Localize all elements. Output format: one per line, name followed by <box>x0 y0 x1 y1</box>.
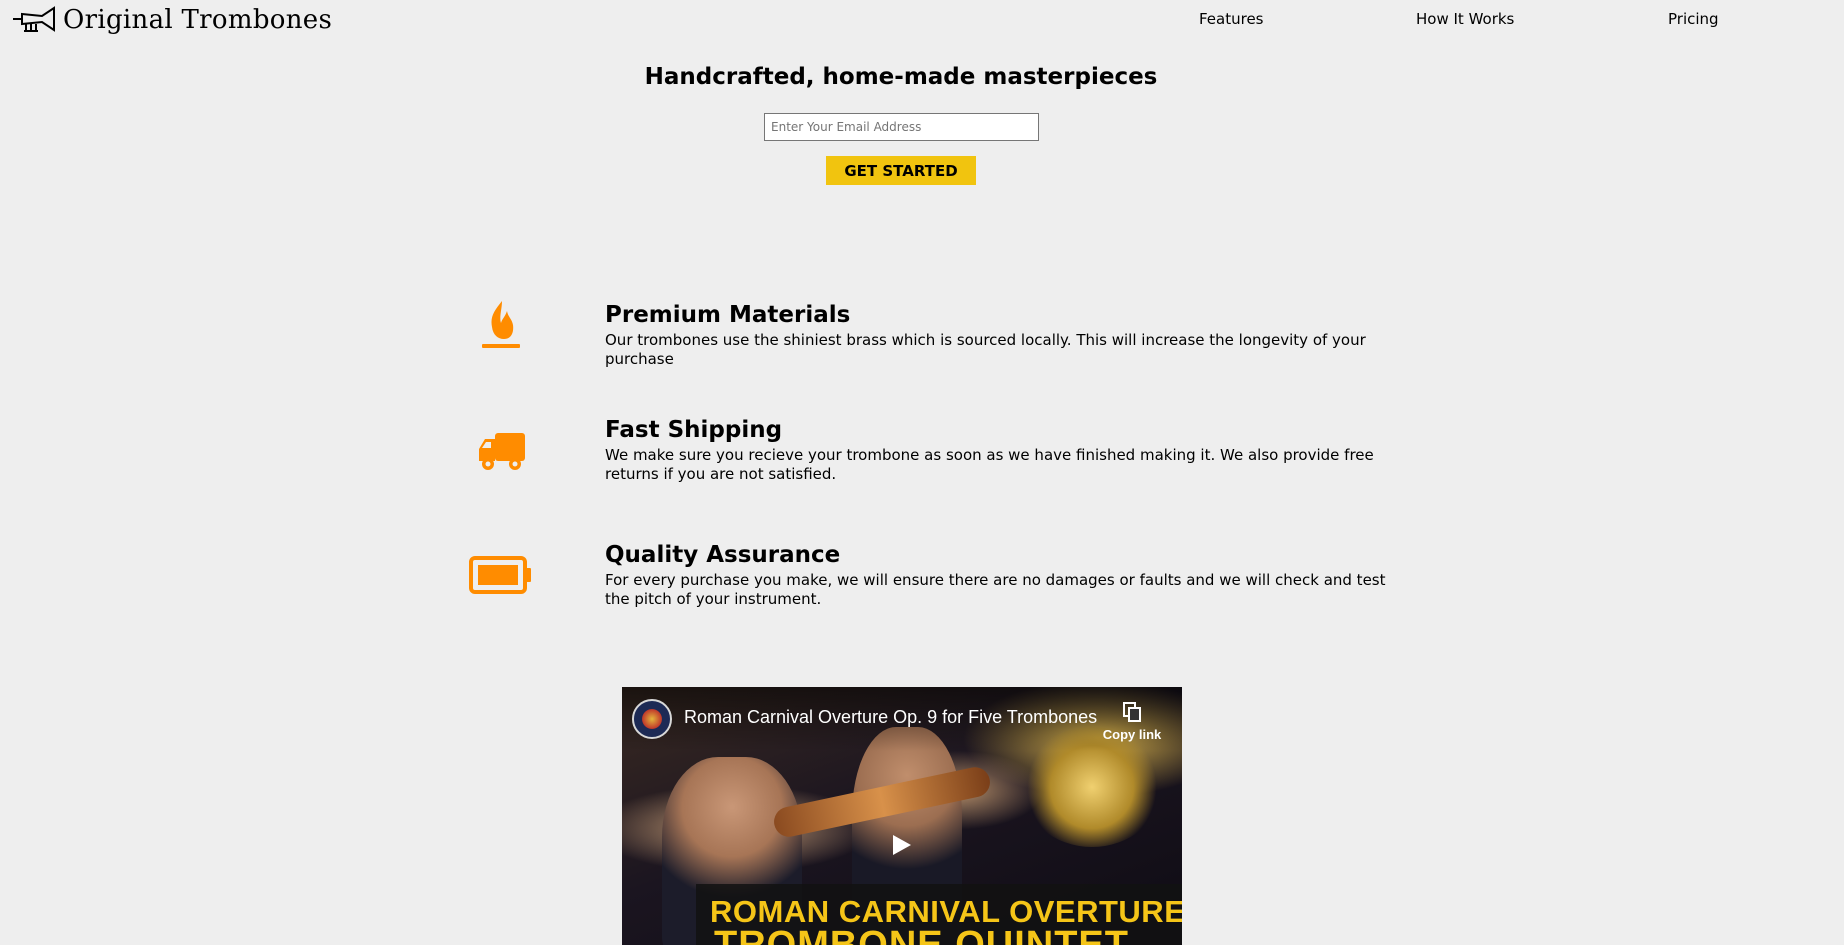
feature-description: For every purchase you make, we will ens… <box>605 571 1386 608</box>
feature-description: Our trombones use the shiniest brass whi… <box>605 331 1366 368</box>
copy-link-button[interactable]: Copy link <box>1102 697 1162 742</box>
get-started-button[interactable]: GET STARTED <box>826 156 976 185</box>
fire-icon <box>476 298 526 352</box>
nav-link-features[interactable]: Features <box>1199 10 1264 28</box>
logo[interactable]: Original Trombones <box>12 2 332 38</box>
nav-link-how-it-works[interactable]: How It Works <box>1416 10 1514 28</box>
video-player[interactable]: Roman Carnival Overture Op. 9 for Five T… <box>622 687 1182 945</box>
nav-link-pricing[interactable]: Pricing <box>1668 10 1719 28</box>
play-button[interactable] <box>882 830 922 860</box>
logo-text: Original Trombones <box>63 5 333 35</box>
feature-description: We make sure you recieve your trombone a… <box>605 446 1374 483</box>
video-banner: ROMAN CARNIVAL OVERTURE TROMBONE QUINTET <box>696 884 1182 945</box>
feature-title-quality-assurance: Quality Assurance <box>605 542 841 568</box>
banner-text: TROMBONE QUINTET <box>714 924 1129 945</box>
play-icon <box>893 835 911 855</box>
header: Original Trombones Features How It Works… <box>0 0 1844 40</box>
battery-full-icon <box>468 554 534 596</box>
hero-title: Handcrafted, home-made masterpieces <box>644 64 1158 90</box>
channel-avatar[interactable] <box>632 699 672 739</box>
feature-title-fast-shipping: Fast Shipping <box>605 417 783 443</box>
copy-icon <box>1123 702 1141 722</box>
video-title[interactable]: Roman Carnival Overture Op. 9 for Five T… <box>684 707 1097 728</box>
email-input[interactable] <box>764 113 1039 141</box>
trumpet-icon <box>13 6 55 32</box>
truck-icon <box>476 430 528 474</box>
copy-link-label: Copy link <box>1102 727 1162 742</box>
feature-title-premium-materials: Premium Materials <box>605 302 851 328</box>
